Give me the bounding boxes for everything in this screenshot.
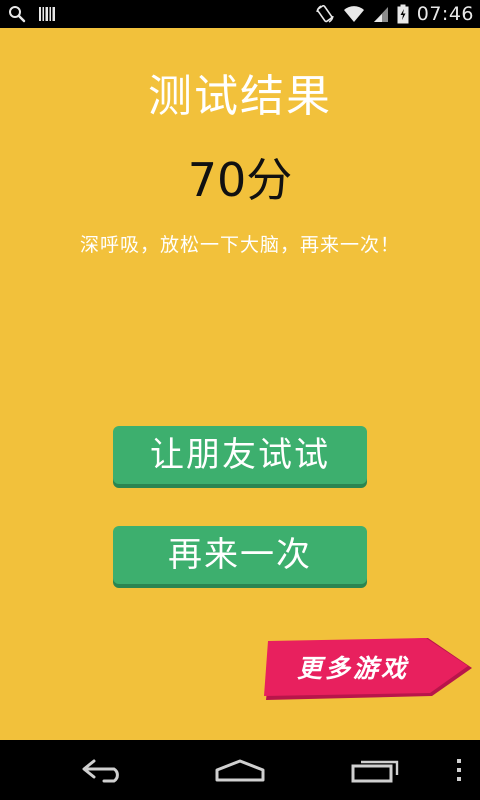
overflow-menu-button[interactable]	[444, 740, 474, 800]
back-button[interactable]	[64, 740, 144, 800]
status-right-icons: 07:46	[315, 3, 474, 25]
menu-icon	[455, 757, 463, 783]
screen: 07:46 测试结果 70分 深呼吸，放松一下大脑，再来一次！ 让朋友试试 再来…	[0, 0, 480, 800]
result-screen: 测试结果 70分 深呼吸，放松一下大脑，再来一次！ 让朋友试试 再来一次 更多游…	[0, 28, 480, 740]
status-left-icons	[8, 4, 56, 24]
more-games-button[interactable]: 更多游戏	[264, 638, 474, 700]
home-button[interactable]	[200, 740, 280, 800]
recent-apps-icon	[351, 757, 401, 783]
status-time: 07:46	[416, 3, 474, 25]
share-with-friends-button[interactable]: 让朋友试试	[113, 426, 367, 484]
navigation-bar	[0, 740, 480, 800]
rotate-icon	[315, 4, 335, 24]
try-again-button[interactable]: 再来一次	[113, 526, 367, 584]
recent-apps-button[interactable]	[336, 740, 416, 800]
wifi-icon	[343, 5, 365, 23]
score-value: 70分	[187, 153, 293, 207]
encouragement-message: 深呼吸，放松一下大脑，再来一次！	[79, 234, 400, 256]
back-icon	[80, 757, 128, 783]
page-title: 测试结果	[148, 71, 332, 122]
home-icon	[214, 758, 266, 782]
battery-icon	[397, 4, 409, 24]
signal-icon	[373, 5, 389, 23]
search-icon	[8, 5, 26, 23]
more-games-label: 更多游戏	[296, 654, 409, 683]
barcode-icon	[38, 5, 56, 23]
status-bar: 07:46	[0, 0, 480, 28]
